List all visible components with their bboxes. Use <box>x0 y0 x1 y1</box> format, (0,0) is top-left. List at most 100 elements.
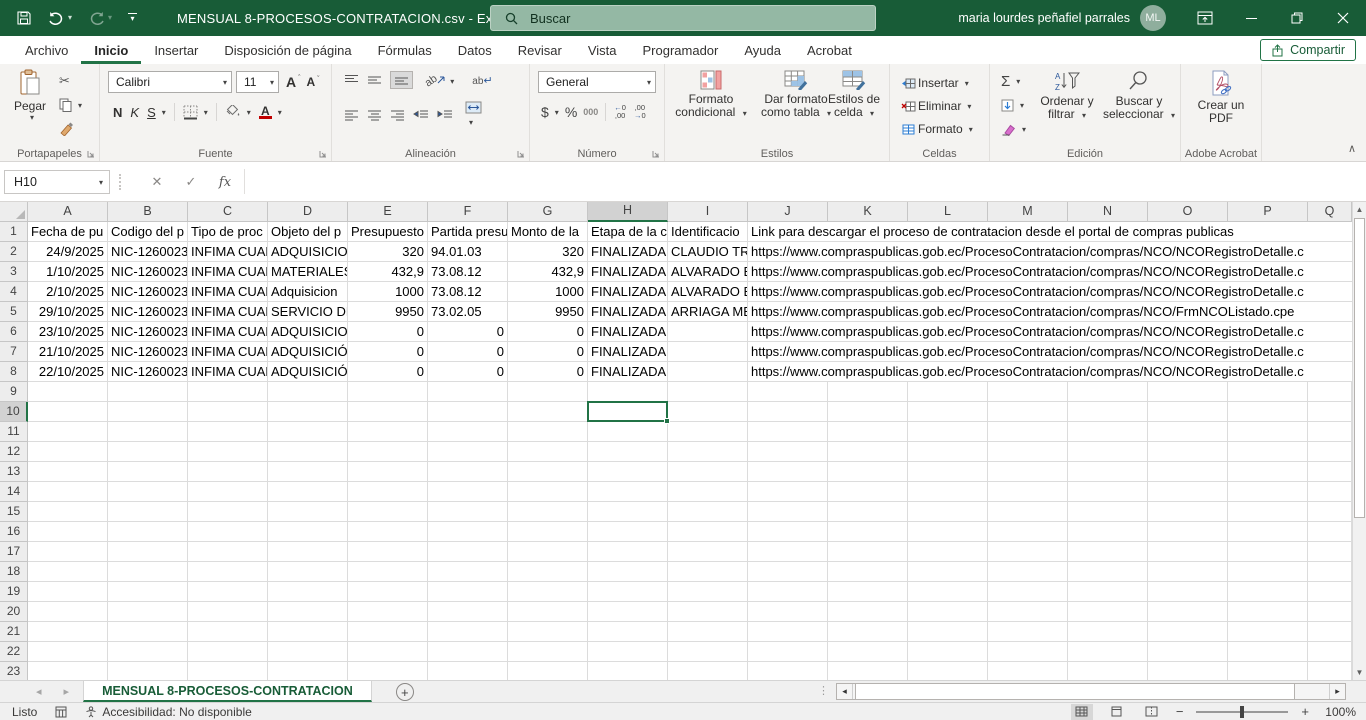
cell[interactable]: Adquisicion <box>268 282 348 302</box>
cell[interactable] <box>508 522 588 542</box>
cell[interactable] <box>1228 542 1308 562</box>
cell[interactable] <box>828 622 908 642</box>
cell[interactable] <box>668 362 748 382</box>
insert-function-button[interactable]: fx <box>212 170 238 194</box>
cell[interactable] <box>1308 422 1352 442</box>
column-header-J[interactable]: J <box>748 202 828 222</box>
cell[interactable] <box>348 522 428 542</box>
cell[interactable] <box>508 462 588 482</box>
cell[interactable] <box>508 422 588 442</box>
ribbon-display-options-icon[interactable] <box>1182 0 1228 36</box>
paste-button[interactable]: Pegar ▾ <box>7 69 53 122</box>
cell[interactable] <box>908 482 988 502</box>
cell[interactable]: 0 <box>348 342 428 362</box>
cell[interactable]: NIC-1260023 <box>108 322 188 342</box>
cell[interactable] <box>1148 522 1228 542</box>
cell[interactable]: Objeto del p <box>268 222 348 242</box>
cell[interactable] <box>908 462 988 482</box>
accessibility-status[interactable]: Accesibilidad: No disponible <box>85 705 251 719</box>
copy-button[interactable]: ▾ <box>56 94 85 116</box>
cell[interactable] <box>108 542 188 562</box>
tab-datos[interactable]: Datos <box>445 36 505 64</box>
merge-center-button[interactable]: ▾ <box>465 101 482 128</box>
cell[interactable] <box>988 622 1068 642</box>
borders-button[interactable]: ▾ <box>180 101 211 123</box>
cell[interactable] <box>588 522 668 542</box>
row-header-3[interactable]: 3 <box>0 262 28 282</box>
cell[interactable] <box>188 582 268 602</box>
page-layout-view-icon[interactable] <box>1106 704 1128 720</box>
cell[interactable]: INFIMA CUAN <box>188 322 268 342</box>
fill-color-button[interactable]: ▾ <box>222 101 254 123</box>
cell[interactable]: 432,9 <box>348 262 428 282</box>
cell[interactable] <box>348 482 428 502</box>
cell[interactable] <box>188 502 268 522</box>
cell[interactable] <box>1228 562 1308 582</box>
cell[interactable] <box>588 402 668 422</box>
cell[interactable] <box>108 482 188 502</box>
sort-filter-button[interactable]: AZ Ordenar y filtrar ▾ <box>1034 70 1100 122</box>
cell[interactable]: 21/10/2025 <box>28 342 108 362</box>
row-header-5[interactable]: 5 <box>0 302 28 322</box>
cell[interactable] <box>508 382 588 402</box>
customize-quick-access-icon[interactable]: ▾ <box>128 13 137 24</box>
column-header-O[interactable]: O <box>1148 202 1228 222</box>
cancel-formula-icon[interactable]: ✕ <box>144 170 170 194</box>
cell[interactable]: ADQUISICIÓN <box>268 342 348 362</box>
align-left-icon[interactable] <box>344 109 359 121</box>
cell[interactable]: 0 <box>428 342 508 362</box>
cell[interactable] <box>1308 662 1352 680</box>
cell[interactable] <box>348 542 428 562</box>
cell[interactable] <box>588 642 668 662</box>
cell[interactable] <box>748 502 828 522</box>
cell[interactable] <box>108 622 188 642</box>
cell[interactable]: Tipo de proc <box>188 222 268 242</box>
cell[interactable] <box>268 522 348 542</box>
cell[interactable] <box>828 442 908 462</box>
cell[interactable]: NIC-1260023 <box>108 362 188 382</box>
cell[interactable] <box>1228 382 1308 402</box>
cell[interactable] <box>1308 542 1352 562</box>
cell[interactable] <box>28 562 108 582</box>
cell[interactable] <box>588 562 668 582</box>
row-header-2[interactable]: 2 <box>0 242 28 262</box>
cell[interactable] <box>1228 602 1308 622</box>
column-header-I[interactable]: I <box>668 202 748 222</box>
cell[interactable] <box>748 382 828 402</box>
column-header-B[interactable]: B <box>108 202 188 222</box>
underline-button[interactable]: S▾ <box>144 101 169 123</box>
orientation-button[interactable]: ab▾ <box>425 73 454 87</box>
cell[interactable] <box>428 622 508 642</box>
cell[interactable] <box>668 642 748 662</box>
cell[interactable] <box>428 582 508 602</box>
cell[interactable]: INFIMA CUAN <box>188 262 268 282</box>
cell[interactable] <box>1068 442 1148 462</box>
cell[interactable] <box>748 662 828 680</box>
cell[interactable] <box>188 462 268 482</box>
cell[interactable] <box>428 642 508 662</box>
cell[interactable]: https://www.compraspublicas.gob.ec/Proce… <box>748 282 1352 302</box>
increase-indent-icon[interactable] <box>437 109 453 121</box>
column-header-L[interactable]: L <box>908 202 988 222</box>
cell[interactable] <box>28 582 108 602</box>
name-box-splitter[interactable] <box>119 174 121 190</box>
cell[interactable] <box>188 562 268 582</box>
cell[interactable] <box>348 382 428 402</box>
column-header-G[interactable]: G <box>508 202 588 222</box>
number-format-select[interactable]: General▾ <box>538 71 656 93</box>
percent-button[interactable]: % <box>562 101 580 123</box>
horizontal-scroll-thumb[interactable] <box>855 684 1295 699</box>
grow-font-button[interactable]: Aˆ <box>283 71 303 93</box>
cell[interactable] <box>508 502 588 522</box>
cell[interactable] <box>828 382 908 402</box>
cell[interactable] <box>1228 482 1308 502</box>
align-top-icon[interactable] <box>344 74 359 86</box>
cell[interactable] <box>588 582 668 602</box>
font-color-button[interactable]: A▾ <box>256 101 285 123</box>
tab-scroll-splitter[interactable]: ⋮ <box>818 684 830 697</box>
prev-sheet-icon[interactable]: ◂ <box>36 685 42 698</box>
cell[interactable] <box>268 582 348 602</box>
alignment-dialog-launcher[interactable] <box>517 150 525 158</box>
cell[interactable] <box>668 422 748 442</box>
cell[interactable] <box>748 522 828 542</box>
